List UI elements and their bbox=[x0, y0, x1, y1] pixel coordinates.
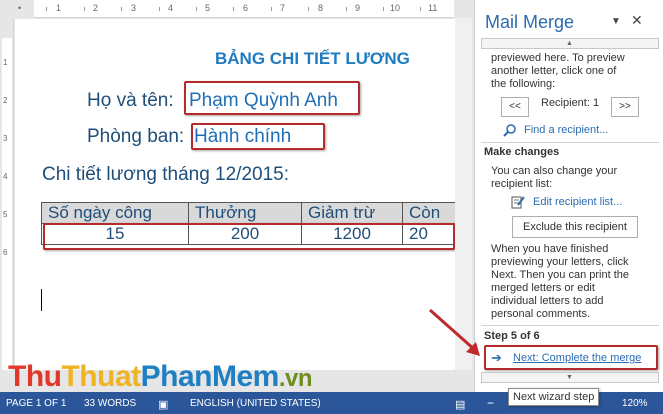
horizontal-ruler[interactable]: • 1 2 3 4 5 6 7 8 9 10 11 bbox=[0, 0, 472, 18]
next-recipient-button[interactable]: >> bbox=[611, 97, 639, 117]
ruler-number: 7 bbox=[280, 3, 286, 13]
finish-text: Next. Then you can print the bbox=[491, 269, 629, 281]
triangle-up-icon: ▲ bbox=[566, 40, 573, 47]
salary-detail-line: Chi tiết lương tháng 12/2015: bbox=[42, 164, 290, 185]
name-highlight-box bbox=[184, 81, 360, 115]
ruler-number: 5 bbox=[3, 210, 8, 219]
ruler-number: 11 bbox=[428, 3, 438, 13]
pane-scroll-up[interactable]: ▲ bbox=[481, 38, 659, 49]
edit-list-icon bbox=[511, 196, 525, 209]
step-label: Step 5 of 6 bbox=[484, 330, 540, 342]
finish-text: When you have finished bbox=[491, 243, 609, 255]
department-label: Phòng ban: bbox=[87, 126, 185, 147]
edit-recipient-list-link[interactable]: Edit recipient list... bbox=[533, 196, 622, 208]
view-layout-icon[interactable]: ▤ bbox=[455, 398, 465, 411]
table-header-cell: Số ngày công bbox=[41, 202, 189, 224]
ruler-number: 5 bbox=[205, 3, 211, 13]
make-changes-text: recipient list: bbox=[491, 178, 553, 190]
ruler-number: 1 bbox=[3, 58, 8, 67]
table-header-cell: Còn bbox=[402, 202, 463, 224]
proofing-icon[interactable]: ▣ bbox=[158, 398, 168, 411]
zoom-out-icon[interactable]: − bbox=[487, 396, 494, 410]
recipient-counter: Recipient: 1 bbox=[541, 97, 600, 109]
table-header-cell: Giảm trừ bbox=[301, 202, 403, 224]
find-recipient-link[interactable]: Find a recipient... bbox=[524, 124, 608, 136]
table-header-row: Số ngày công Thưởng Giảm trừ Còn bbox=[41, 202, 463, 224]
preview-text: another letter, click one of bbox=[491, 65, 617, 77]
exclude-recipient-button[interactable]: Exclude this recipient bbox=[512, 216, 638, 238]
triangle-down-icon[interactable]: ▼ bbox=[611, 16, 621, 27]
make-changes-text: You can also change your bbox=[491, 165, 618, 177]
triangle-down-icon: ▼ bbox=[566, 374, 573, 381]
name-label: Họ và tên: bbox=[87, 90, 174, 111]
ruler-number: 1 bbox=[56, 3, 62, 13]
ruler-number: 4 bbox=[3, 172, 8, 181]
table-header-cell: Thưởng bbox=[188, 202, 302, 224]
preview-text: the following: bbox=[491, 78, 556, 90]
pane-scroll-down[interactable]: ▼ bbox=[481, 372, 659, 383]
text-cursor bbox=[41, 289, 42, 311]
preview-text: previewed here. To preview bbox=[491, 52, 625, 64]
vertical-ruler[interactable]: 1 2 3 4 5 6 bbox=[0, 18, 14, 370]
next-step-highlight-box bbox=[484, 345, 658, 370]
ruler-number: 3 bbox=[131, 3, 137, 13]
ruler-number: 10 bbox=[390, 3, 401, 13]
ruler-mark: • bbox=[18, 3, 22, 13]
department-highlight-box bbox=[191, 123, 325, 150]
values-highlight-box bbox=[43, 223, 455, 250]
word-window: • 1 2 3 4 5 6 7 8 9 10 11 1 2 3 4 5 6 BẢ… bbox=[0, 0, 663, 414]
page-count[interactable]: PAGE 1 OF 1 bbox=[6, 398, 66, 409]
finish-text: personal comments. bbox=[491, 308, 591, 320]
finish-text: merged letters or edit bbox=[491, 282, 595, 294]
ruler-number: 6 bbox=[243, 3, 249, 13]
next-step-tooltip: Next wizard step bbox=[508, 388, 600, 406]
ruler-number: 9 bbox=[355, 3, 361, 13]
ruler-number: 4 bbox=[168, 3, 174, 13]
ruler-number: 2 bbox=[3, 96, 8, 105]
close-icon[interactable]: ✕ bbox=[631, 12, 643, 29]
language-indicator[interactable]: ENGLISH (UNITED STATES) bbox=[190, 398, 321, 409]
zoom-level[interactable]: 120% bbox=[622, 398, 648, 409]
pointer-arrow-icon bbox=[429, 308, 480, 356]
finish-text: previewing your letters, click bbox=[491, 256, 629, 268]
word-count[interactable]: 33 WORDS bbox=[84, 398, 136, 409]
ruler-number: 3 bbox=[3, 134, 8, 143]
watermark-logo: ThuThuatPhanMem.vn bbox=[8, 360, 313, 393]
ruler-number: 2 bbox=[93, 3, 99, 13]
document-heading: BẢNG CHI TIẾT LƯƠNG bbox=[215, 49, 410, 68]
ruler-number: 6 bbox=[3, 248, 8, 257]
magnifier-icon bbox=[503, 124, 516, 137]
finish-text: individual letters to add bbox=[491, 295, 604, 307]
mail-merge-pane: Mail Merge ▼ ✕ ▲ previewed here. To prev… bbox=[474, 0, 663, 392]
document-page[interactable]: BẢNG CHI TIẾT LƯƠNG Họ và tên: Phạm Quỳn… bbox=[15, 19, 470, 370]
make-changes-heading: Make changes bbox=[484, 146, 560, 158]
previous-recipient-button[interactable]: << bbox=[501, 97, 529, 117]
ruler-number: 8 bbox=[318, 3, 324, 13]
pane-title: Mail Merge bbox=[485, 12, 575, 32]
